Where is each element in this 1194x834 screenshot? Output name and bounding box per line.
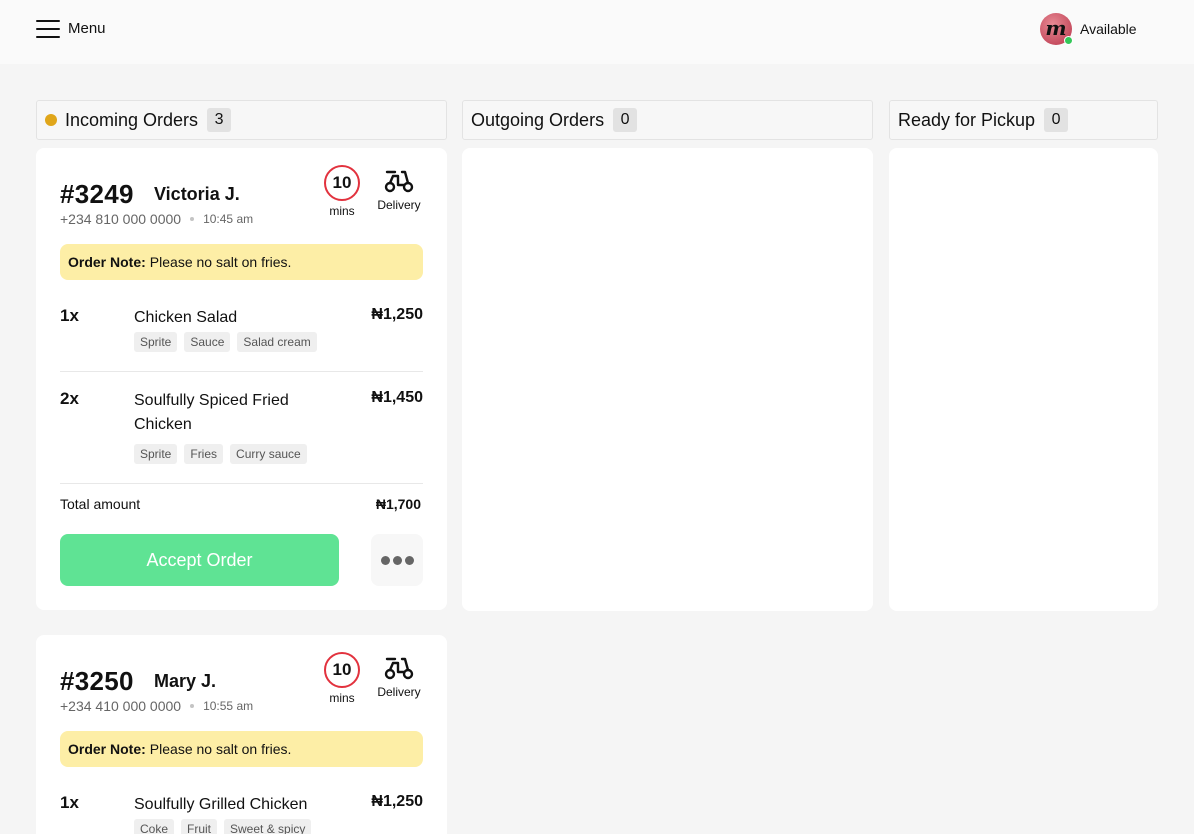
item-extras: Sprite Fries Curry sauce: [134, 444, 307, 464]
order-note: Order Note: Please no salt on fries.: [60, 244, 423, 280]
prep-timer: 10 mins: [323, 652, 361, 705]
delivery-mode: Delivery: [374, 656, 424, 699]
more-options-button[interactable]: [371, 534, 423, 586]
timer-value: 10: [324, 165, 360, 201]
extra-chip: Coke: [134, 819, 175, 834]
item-price: ₦1,250: [371, 793, 423, 810]
item-price: ₦1,250: [371, 306, 423, 323]
column-title: Ready for Pickup: [898, 109, 1036, 130]
menu-label: Menu: [68, 19, 106, 37]
item-divider: [60, 483, 423, 484]
menu-button[interactable]: Menu: [36, 18, 106, 38]
ready-for-pickup-panel: [889, 148, 1158, 611]
column-title: Incoming Orders: [65, 109, 199, 130]
timer-unit: mins: [329, 691, 355, 705]
extra-chip: Sprite: [134, 444, 178, 464]
accept-order-button[interactable]: Accept Order: [60, 534, 339, 586]
separator-dot: [190, 217, 195, 221]
order-meta: +234 810 000 0000 10:45 am: [60, 211, 253, 227]
outgoing-orders-panel: [462, 148, 873, 611]
order-note-text: Please no salt on fries.: [149, 254, 292, 270]
status-label: Available: [1080, 21, 1137, 37]
more-horizontal-icon: [392, 555, 402, 565]
count-badge: 3: [207, 108, 232, 132]
item-quantity: 1x: [60, 306, 79, 325]
column-header-incoming: Incoming Orders 3: [36, 100, 447, 140]
order-item: 1x Soulfully Grilled Chicken ₦1,250 Coke…: [60, 793, 423, 834]
count-badge: 0: [1044, 108, 1069, 132]
incoming-indicator-dot: [45, 114, 57, 126]
online-status-dot: [1064, 36, 1073, 45]
item-extras: Sprite Sauce Salad cream: [134, 332, 317, 352]
customer-name: Victoria J.: [154, 184, 240, 204]
order-note-label: Order Note:: [68, 741, 146, 757]
order-item: 1x Chicken Salad ₦1,250 Sprite Sauce Sal…: [60, 306, 423, 356]
order-meta: +234 410 000 0000 10:55 am: [60, 698, 253, 714]
avatar-letter: m: [1045, 16, 1067, 40]
item-divider: [60, 371, 423, 372]
order-time: 10:55 am: [203, 699, 254, 713]
extra-chip: Curry sauce: [230, 444, 307, 464]
timer-unit: mins: [329, 204, 355, 218]
total-value: ₦1,700: [375, 496, 421, 512]
item-name: Soulfully Grilled Chicken: [134, 796, 308, 813]
extra-chip: Fruit: [181, 819, 218, 834]
avatar: m: [1040, 13, 1073, 45]
scooter-icon: [384, 170, 414, 193]
delivery-mode: Delivery: [374, 169, 424, 212]
order-item: 2x Soulfully Spiced Fried Chicken ₦1,450…: [60, 389, 423, 469]
count-badge: 0: [613, 108, 638, 132]
extra-chip: Fries: [184, 444, 224, 464]
more-horizontal-icon: [380, 555, 390, 565]
top-bar: Menu m Available: [0, 0, 1194, 64]
extra-chip: Sweet & spicy: [224, 819, 312, 834]
customer-phone: +234 810 000 0000: [60, 211, 182, 227]
delivery-label: Delivery: [377, 685, 421, 699]
item-quantity: 1x: [60, 793, 79, 812]
order-id: #3250: [60, 666, 134, 696]
customer-name: Mary J.: [154, 671, 217, 691]
item-name: Soulfully Spiced Fried Chicken: [134, 392, 289, 433]
order-time: 10:45 am: [203, 212, 254, 226]
item-price: ₦1,450: [371, 389, 423, 406]
scooter-icon: [384, 657, 414, 680]
item-quantity: 2x: [60, 389, 79, 408]
availability-status[interactable]: m Available: [1040, 13, 1137, 45]
order-note-label: Order Note:: [68, 254, 146, 270]
column-title: Outgoing Orders: [471, 109, 605, 130]
more-horizontal-icon: [404, 555, 414, 565]
timer-value: 10: [324, 652, 360, 688]
customer-phone: +234 410 000 0000: [60, 698, 182, 714]
hamburger-icon: [36, 18, 60, 38]
extra-chip: Salad cream: [237, 332, 317, 352]
prep-timer: 10 mins: [323, 165, 361, 218]
order-note-text: Please no salt on fries.: [149, 741, 292, 757]
order-note: Order Note: Please no salt on fries.: [60, 731, 423, 767]
column-header-outgoing: Outgoing Orders 0: [462, 100, 873, 140]
order-id: #3249: [60, 179, 134, 209]
extra-chip: Sprite: [134, 332, 178, 352]
separator-dot: [190, 704, 195, 708]
total-label: Total amount: [60, 496, 141, 512]
order-card[interactable]: #3250 Mary J. +234 410 000 0000 10:55 am…: [36, 635, 447, 834]
extra-chip: Sauce: [184, 332, 231, 352]
item-name: Chicken Salad: [134, 309, 238, 326]
column-header-ready: Ready for Pickup 0: [889, 100, 1158, 140]
item-extras: Coke Fruit Sweet & spicy: [134, 819, 312, 834]
delivery-label: Delivery: [377, 198, 421, 212]
order-card[interactable]: #3249 Victoria J. +234 810 000 0000 10:4…: [36, 148, 447, 610]
